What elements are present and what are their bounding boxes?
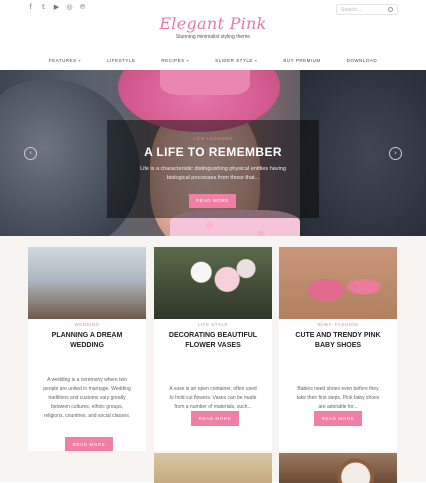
post-thumbnail[interactable] [279,247,397,319]
hero-category[interactable]: Life Lessons [107,136,319,141]
post-card: Wedding Planning a Dream Wedding A weddi… [28,247,146,451]
site-tagline: Stunning minimalist styling theme [175,34,251,40]
nav-item-download[interactable]: Download [334,52,391,70]
post-card: Life Style Decorating Beautiful Flower V… [154,247,272,451]
read-more-button[interactable]: Read More [65,437,113,451]
post-title[interactable]: Cute and Trendy Pink Baby Shoes [287,331,389,350]
post-category[interactable]: Baby, Fashion [279,322,397,327]
post-card: Baby, Fashion Cute and Trendy Pink Baby … [279,247,397,451]
youtube-icon[interactable]: ▶ [53,4,60,11]
nav-item-recipes[interactable]: Recipes ▾ [148,52,202,70]
post-category[interactable]: Wedding [28,322,146,327]
site-branding: Elegant Pink Stunning minimalist styling… [0,14,426,40]
hero-excerpt: Life is a characteristic distinguishing … [140,166,286,181]
post-thumbnail[interactable] [154,453,272,483]
read-more-button[interactable]: Read More [314,411,362,426]
nav-item-features[interactable]: Features ▾ [36,52,94,70]
hero-read-more-button[interactable]: Read More [189,194,236,208]
chevron-down-icon: ▾ [254,58,258,63]
post-title[interactable]: Decorating Beautiful Flower Vases [162,331,264,350]
search-icon[interactable] [388,7,393,12]
post-thumbnail[interactable] [279,453,397,483]
post-excerpt: Babies need shoes even before they take … [296,386,380,410]
slider-prev-arrow-icon[interactable]: ‹ [24,147,37,160]
twitter-icon[interactable]: 𝕥 [40,4,47,11]
search-placeholder: Search ... [341,7,363,13]
read-more-button[interactable]: Read More [191,411,239,426]
facebook-icon[interactable]: f [27,4,34,11]
social-links: f 𝕥 ▶ ◎ ℗ [27,4,86,11]
hero-slider: Life Lessons A LIFE TO REMEMBER Life is … [0,70,426,236]
slider-next-arrow-icon[interactable]: › [389,147,402,160]
site-logo[interactable]: Elegant Pink [0,14,426,33]
post-thumbnail[interactable] [154,247,272,319]
main-nav: Features ▾ Lifestyle Recipes ▾ Slider Styl… [0,52,426,70]
post-excerpt: A wedding is a ceremony where two people… [43,377,131,419]
chevron-down-icon: ▾ [78,58,82,63]
instagram-icon[interactable]: ◎ [66,4,73,11]
pinterest-icon[interactable]: ℗ [79,4,86,11]
nav-item-slider-style[interactable]: Slider Style ▾ [202,52,270,70]
post-title[interactable]: Planning a Dream Wedding [36,331,138,350]
hero-title[interactable]: A LIFE TO REMEMBER [107,145,319,159]
post-thumbnail[interactable] [28,247,146,319]
post-excerpt: A vase is an open container, often used … [169,386,257,410]
posts-grid: Wedding Planning a Dream Wedding A weddi… [0,236,426,483]
post-category[interactable]: Life Style [154,322,272,327]
nav-item-buy-premium[interactable]: Buy Premium [270,52,333,70]
nav-item-lifestyle[interactable]: Lifestyle [94,52,148,70]
chevron-down-icon: ▾ [186,58,190,63]
